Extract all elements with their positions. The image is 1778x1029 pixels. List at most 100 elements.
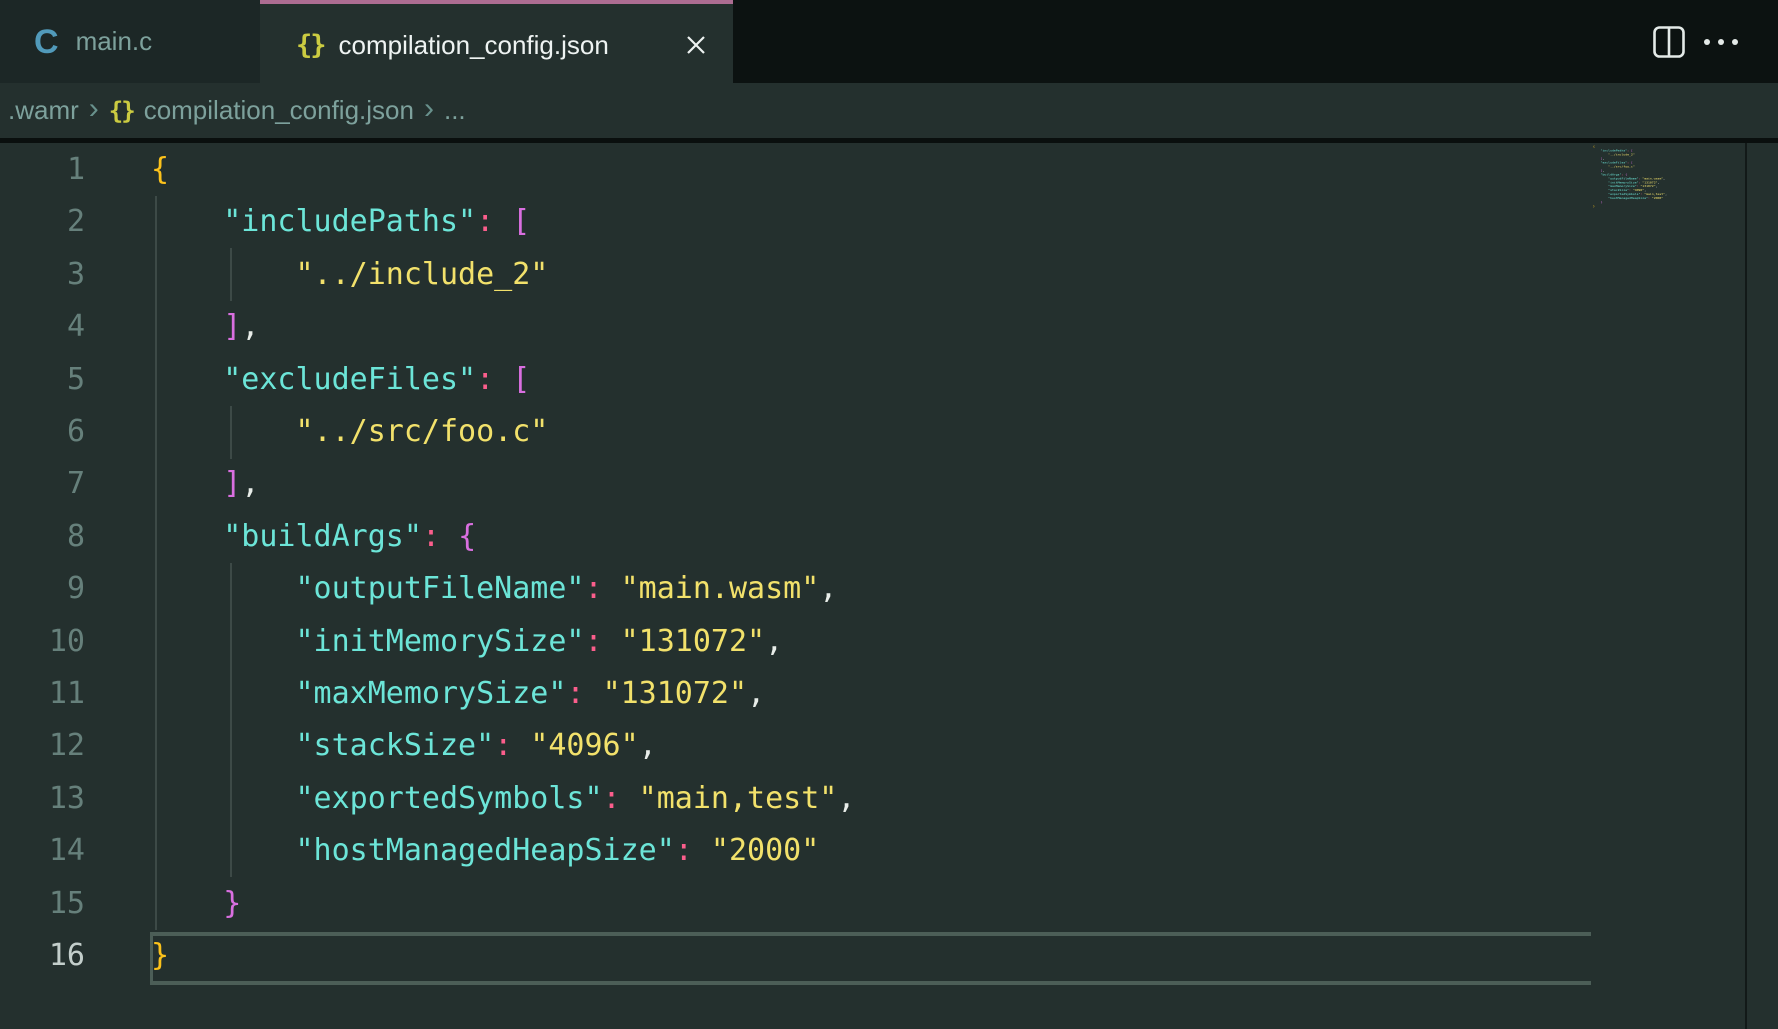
tab-label: main.c [76,26,153,57]
code-line[interactable]: "exportedSymbols": "main,test", [151,773,855,825]
code-token [1593,157,1601,160]
code-token [693,833,711,868]
code-token [1593,189,1608,192]
code-token [603,624,621,659]
code-line[interactable]: "includePaths": [ [151,196,530,248]
more-actions-button[interactable] [1704,25,1738,59]
code-token: "maxMemorySize" [296,676,567,711]
code-line[interactable]: { [151,144,169,196]
ellipsis-icon [1704,39,1710,45]
code-token: "hostManagedHeapSize" [1608,197,1648,200]
code-line[interactable]: "excludeFiles": [ [151,354,530,406]
code-token: } [223,886,241,921]
code-line[interactable]: "stackSize": "4096", [151,720,657,772]
chevron-right-icon: › [424,92,434,126]
code-token: , [819,571,837,606]
code-token [1593,154,1608,157]
code-token: : [584,571,602,606]
code-line[interactable]: ], [151,301,259,353]
tab-label: compilation_config.json [339,30,609,61]
code-line[interactable]: "buildArgs": { [151,511,476,563]
code-token: ] [223,309,241,344]
code-token: , [1602,157,1604,160]
code-token: "maxMemorySize" [1608,185,1636,188]
code-token: "../include_2" [1608,154,1635,157]
code-line[interactable]: } [151,878,241,930]
tab-compilation-config-json[interactable]: {} compilation_config.json [260,0,733,86]
c-file-icon: C [34,25,59,59]
ellipsis-icon [1732,39,1738,45]
line-number: 8 [0,511,85,563]
code-token: "131072" [621,624,766,659]
code-token [151,886,223,921]
code-token [151,257,296,292]
breadcrumb-item-wamr[interactable]: .wamr [8,95,79,126]
line-number: 11 [0,668,85,720]
code-token [151,624,296,659]
minimap[interactable]: { "includePaths": [ "../include_2" ], "e… [1588,143,1745,1029]
code-token: "../include_2" [296,257,549,292]
split-editor-button[interactable] [1652,25,1686,59]
code-token: , [1663,177,1665,180]
code-line[interactable]: "outputFileName": "main.wasm", [151,563,837,615]
breadcrumb-item-symbol[interactable]: ... [444,95,466,126]
code-token [1593,169,1601,172]
code-line[interactable]: "hostManagedHeapSize": "2000" [151,825,819,877]
code-token: [ [1631,161,1633,164]
code-token [1593,193,1608,196]
code-area[interactable]: { "includePaths": [ "../include_2" ], "e… [151,143,1588,1029]
code-token [1593,150,1601,153]
ellipsis-icon [1718,39,1724,45]
code-token [151,781,296,816]
code-token: "outputFileName" [1608,177,1638,180]
code-token: } [151,938,169,973]
code-token: "buildArgs" [223,519,422,554]
code-token: "../src/foo.c" [1608,165,1635,168]
code-token: "main,test" [1644,193,1665,196]
code-token [621,781,639,816]
code-token: , [1644,189,1646,192]
code-token: : [603,781,621,816]
code-token: "main,test" [639,781,838,816]
code-token: , [1602,169,1604,172]
line-number: 13 [0,773,85,825]
code-token [494,204,512,239]
line-number: 12 [0,720,85,772]
code-line[interactable]: "maxMemorySize": "131072", [151,668,765,720]
code-token: [ [1631,150,1633,153]
code-line[interactable]: "initMemorySize": "131072", [151,616,783,668]
breadcrumb: .wamr › {} compilation_config.json › ... [0,83,1778,138]
line-number: 6 [0,406,85,458]
json-file-icon: {} [296,32,325,59]
code-token: [ [512,204,530,239]
code-token: "includePaths" [223,204,476,239]
code-token [1593,185,1608,188]
code-token: "2000" [1652,197,1663,200]
minimap-divider [1745,143,1747,1029]
code-token: : [422,519,440,554]
code-line[interactable]: } [151,930,169,982]
code-token: "131072" [1640,185,1655,188]
breadcrumb-item-file[interactable]: compilation_config.json [144,95,414,126]
code-token [512,728,530,763]
code-token: "exportedSymbols" [1608,193,1640,196]
line-number: 1 [0,144,85,196]
code-line[interactable]: "../include_2" [151,249,548,301]
code-token: ] [223,466,241,501]
tab-main-c[interactable]: C main.c [0,0,260,83]
close-icon[interactable] [681,30,711,60]
code-token: "buildArgs" [1601,173,1622,176]
code-token [151,466,223,501]
code-token: : [494,728,512,763]
code-token: , [639,728,657,763]
code-token: : [675,833,693,868]
code-token: : [476,362,494,397]
code-token [1593,161,1601,164]
code-token: , [1656,185,1658,188]
code-line[interactable]: "../src/foo.c" [151,406,548,458]
code-token: "main.wasm" [621,571,820,606]
code-line[interactable]: ], [151,458,259,510]
line-number: 10 [0,616,85,668]
code-token: "4096" [1633,189,1644,192]
code-token: , [1665,193,1667,196]
